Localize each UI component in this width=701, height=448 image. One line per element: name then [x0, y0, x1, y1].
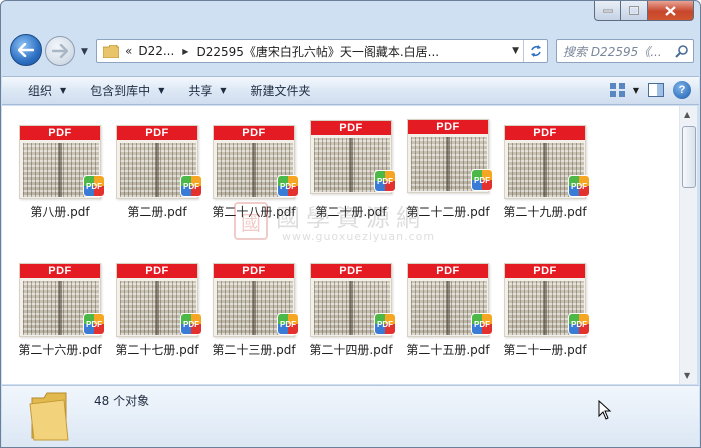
file-item[interactable]: PDF PDF 第二十六册.pdf — [2, 249, 105, 359]
search-placeholder: 搜索 D22595《... — [563, 44, 662, 59]
back-button[interactable] — [10, 34, 42, 66]
item-count: 48 个对象 — [94, 394, 150, 408]
pdf-app-icon: PDF — [568, 175, 590, 197]
include-in-library-menu[interactable]: 包含到库中 ▼ — [78, 82, 176, 99]
file-item[interactable]: PDF PDF 第二十七册.pdf — [99, 249, 202, 359]
search-input[interactable]: 搜索 D22595《... — [556, 39, 694, 63]
preview-pane-icon — [648, 83, 664, 97]
pdf-banner: PDF — [408, 264, 488, 278]
help-button[interactable]: ? — [673, 81, 691, 99]
title-controls — [594, 1, 694, 21]
book-spine — [446, 281, 450, 335]
book-spine — [155, 143, 159, 197]
change-view-button[interactable] — [609, 81, 627, 99]
pdf-banner: PDF — [505, 264, 585, 278]
book-spine — [349, 281, 353, 335]
scroll-up-icon[interactable]: ▲ — [684, 110, 690, 119]
book-spine — [252, 281, 256, 335]
book-spine — [252, 143, 256, 197]
file-item[interactable]: PDF PDF 第八册.pdf — [2, 111, 105, 221]
pdf-banner: PDF — [311, 264, 391, 278]
file-item[interactable]: PDF PDF 第二册.pdf — [99, 111, 202, 221]
file-item[interactable]: PDF PDF 第二十八册.pdf — [196, 111, 299, 221]
file-item[interactable]: PDF PDF 第二十册.pdf — [293, 106, 396, 219]
file-item[interactable]: PDF PDF 第二十五册.pdf — [390, 249, 493, 359]
view-options-dropdown[interactable]: ▼ — [633, 86, 639, 95]
book-spine — [543, 143, 547, 197]
preview-pane-button[interactable] — [647, 81, 665, 99]
new-folder-label: 新建文件夹 — [250, 84, 311, 98]
pdf-banner: PDF — [505, 126, 585, 140]
file-item[interactable]: PDF PDF 第二十三册.pdf — [196, 249, 299, 359]
pdf-app-icon: PDF — [568, 313, 590, 335]
search-icon — [675, 45, 688, 58]
chevron-down-icon: ▼ — [220, 86, 227, 95]
toolbar-right: ▼ ? — [609, 81, 691, 99]
book-spine — [446, 137, 450, 191]
pdf-banner: PDF — [20, 126, 100, 140]
chevron-down-icon: ▼ — [158, 86, 165, 95]
details-pane: 48 个对象 — [2, 385, 699, 447]
book-spine — [155, 281, 159, 335]
file-item[interactable]: PDF PDF 第二十二册.pdf — [390, 105, 493, 219]
file-item[interactable]: PDF PDF 第二十九册.pdf — [487, 111, 590, 221]
vertical-scrollbar[interactable]: ▲ ▼ — [679, 106, 697, 384]
book-spine — [349, 138, 353, 192]
folder-icon — [103, 44, 119, 58]
pdf-banner: PDF — [408, 120, 488, 134]
pdf-banner: PDF — [117, 264, 197, 278]
file-name[interactable]: 第二十一册.pdf — [487, 341, 603, 358]
close-button[interactable] — [648, 1, 694, 21]
minimize-icon — [602, 9, 613, 12]
refresh-button[interactable] — [523, 40, 547, 62]
close-icon — [665, 5, 676, 16]
forward-button[interactable] — [45, 36, 75, 66]
view-grid-icon — [609, 83, 625, 97]
forward-arrow-icon — [52, 44, 68, 58]
watermark-url: www.guoxueziyuan.com — [282, 230, 436, 243]
pdf-banner: PDF — [311, 121, 391, 135]
recent-pages-dropdown[interactable]: ▼ — [81, 47, 88, 57]
breadcrumb-separator[interactable]: ▶ — [182, 47, 188, 56]
book-spine — [58, 281, 62, 335]
organize-menu[interactable]: 组织 ▼ — [2, 82, 78, 99]
organize-label: 组织 — [28, 84, 53, 98]
explorer-window: ▼ « D22... ▶ D22595《唐宋白孔六帖》天一阁藏本.白居... ▼… — [0, 0, 701, 448]
breadcrumb-item-current[interactable]: D22595《唐宋白孔六帖》天一阁藏本.白居... — [196, 43, 439, 60]
scrollbar-thumb[interactable] — [682, 126, 696, 188]
book-spine — [543, 281, 547, 335]
pdf-banner: PDF — [117, 126, 197, 140]
scroll-down-icon[interactable]: ▼ — [684, 371, 690, 380]
navigation-bar: ▼ « D22... ▶ D22595《唐宋白孔六帖》天一阁藏本.白居... ▼… — [1, 29, 700, 75]
file-item[interactable]: PDF PDF 第二十四册.pdf — [293, 249, 396, 359]
command-bar: 组织 ▼ 包含到库中 ▼ 共享 ▼ 新建文件夹 ▼ ? — [2, 76, 699, 105]
refresh-icon — [530, 45, 541, 57]
book-spine — [58, 143, 62, 197]
address-history-dropdown[interactable]: ▼ — [512, 46, 519, 56]
pdf-banner: PDF — [20, 264, 100, 278]
include-in-library-label: 包含到库中 — [90, 84, 151, 98]
maximize-button[interactable] — [621, 1, 648, 21]
maximize-icon — [629, 6, 639, 15]
breadcrumb-overflow[interactable]: « — [125, 44, 132, 58]
new-folder-button[interactable]: 新建文件夹 — [239, 82, 323, 99]
address-bar[interactable]: « D22... ▶ D22595《唐宋白孔六帖》天一阁藏本.白居... ▼ — [96, 39, 548, 63]
pdf-banner: PDF — [214, 264, 294, 278]
folder-icon — [29, 392, 69, 441]
minimize-button[interactable] — [594, 1, 621, 21]
file-item[interactable]: PDF PDF 第二十一册.pdf — [487, 249, 590, 359]
file-list-view[interactable]: PDF PDF 第八册.pdf PDF PDF 第二册.pdf PDF PDF … — [2, 106, 679, 384]
file-name[interactable]: 第二十九册.pdf — [487, 203, 603, 220]
share-label: 共享 — [188, 84, 213, 98]
question-icon: ? — [678, 84, 686, 96]
share-menu[interactable]: 共享 ▼ — [176, 82, 238, 99]
mouse-cursor-icon — [598, 400, 612, 420]
breadcrumb-item-parent[interactable]: D22... — [138, 44, 174, 58]
pdf-banner: PDF — [214, 126, 294, 140]
back-arrow-icon — [18, 43, 34, 57]
chevron-down-icon: ▼ — [60, 86, 67, 95]
